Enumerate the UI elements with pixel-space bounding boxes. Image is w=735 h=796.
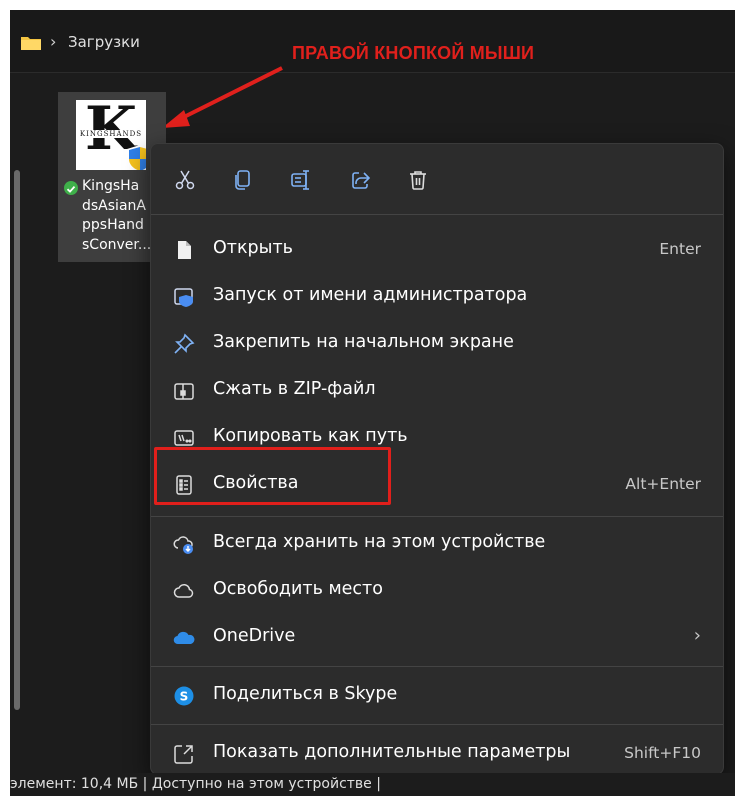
scrollbar-thumb[interactable] <box>14 170 20 710</box>
trash-icon <box>410 171 426 190</box>
share-button[interactable] <box>345 164 377 196</box>
chevron-right-icon: › <box>50 32 57 51</box>
admin-shield-icon <box>174 288 193 307</box>
file-explorer-window: › Загрузки ПРАВОЙ КНОПКОЙ МЫШИ K KINGSHA… <box>10 10 735 796</box>
menu-item-open[interactable]: Открыть Enter <box>151 228 723 272</box>
svg-text:S: S <box>180 690 189 704</box>
context-toolbar <box>151 144 723 214</box>
menu-separator <box>151 724 723 725</box>
menu-item-shortcut: Alt+Enter <box>625 475 701 493</box>
folder-icon <box>21 37 41 50</box>
copy-button[interactable] <box>227 164 259 196</box>
rename-icon <box>291 170 309 190</box>
skype-icon: S <box>174 686 194 706</box>
menu-item-label: Закрепить на начальном экране <box>213 332 514 352</box>
annotation-arrow <box>162 66 283 128</box>
menu-item-run-as-admin[interactable]: Запуск от имени администратора <box>151 275 723 319</box>
cloud-keep-icon <box>173 536 193 554</box>
rename-button[interactable] <box>285 164 317 196</box>
menu-item-label: Запуск от имени администратора <box>213 285 528 305</box>
thumbnail-brand: KINGSHANDS <box>76 130 146 138</box>
scrollbar[interactable] <box>10 72 28 772</box>
status-bar: элемент: 10,4 МБ | Доступно на этом устр… <box>10 773 735 796</box>
delete-button[interactable] <box>402 164 434 196</box>
share-icon <box>352 172 371 189</box>
onedrive-icon <box>173 631 195 645</box>
cloud-icon <box>173 583 194 598</box>
menu-item-label: Всегда хранить на этом устройстве <box>213 532 546 552</box>
context-menu: Открыть Enter Запуск от имени администра… <box>150 143 724 775</box>
menu-item-skype[interactable]: S Поделиться в Skype <box>151 674 723 718</box>
menu-item-shortcut: Shift+F10 <box>624 744 701 762</box>
path-icon <box>174 430 194 446</box>
more-options-icon <box>174 745 193 764</box>
menu-separator <box>151 516 723 517</box>
uac-shield-icon <box>127 145 146 170</box>
file-thumbnail: K KINGSHANDS <box>76 100 146 170</box>
menu-item-label: Освободить место <box>213 579 383 599</box>
menu-item-onedrive[interactable]: OneDrive › <box>151 616 723 660</box>
scissors-icon <box>175 170 195 190</box>
menu-item-more-options[interactable]: Показать дополнительные параметры Shift+… <box>151 732 723 776</box>
menu-separator <box>151 666 723 667</box>
menu-item-label: Сжать в ZIP-файл <box>213 379 376 399</box>
annotation-label: ПРАВОЙ КНОПКОЙ МЫШИ <box>292 43 535 63</box>
menu-item-label: Поделиться в Skype <box>213 684 398 704</box>
zip-icon <box>174 383 194 400</box>
menu-item-always-keep[interactable]: Всегда хранить на этом устройстве <box>151 522 723 566</box>
menu-item-zip[interactable]: Сжать в ZIP-файл <box>151 369 723 413</box>
menu-separator <box>151 214 723 215</box>
menu-item-label: Открыть <box>213 238 293 258</box>
menu-item-label: Копировать как путь <box>213 426 408 446</box>
properties-highlight-box <box>154 447 391 505</box>
menu-item-free-space[interactable]: Освободить место <box>151 569 723 613</box>
menu-item-label: Показать дополнительные параметры <box>213 742 571 762</box>
menu-item-label: OneDrive <box>213 626 296 646</box>
copy-icon <box>235 170 250 190</box>
menu-item-pin-start[interactable]: Закрепить на начальном экране <box>151 322 723 366</box>
pin-icon <box>174 333 195 354</box>
file-icon <box>178 241 191 259</box>
sync-ok-icon <box>64 181 78 195</box>
chevron-right-icon: › <box>693 625 701 646</box>
breadcrumb-downloads[interactable]: Загрузки <box>68 33 140 51</box>
cut-button[interactable] <box>169 164 201 196</box>
menu-item-shortcut: Enter <box>659 240 701 258</box>
